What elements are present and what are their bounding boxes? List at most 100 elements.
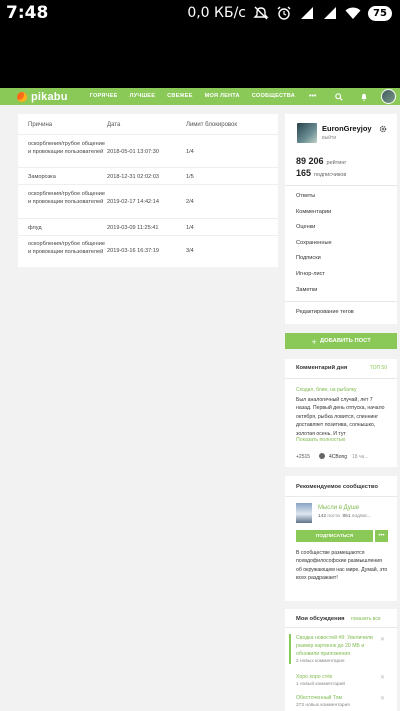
clock: 7:48 bbox=[6, 3, 49, 23]
cell-limit: 1/4 bbox=[186, 149, 194, 155]
nav-hot[interactable]: ГОРЯЧЕЕ bbox=[90, 93, 118, 100]
android-status-bar: 7:48 0,0 КБ/с 75 bbox=[0, 0, 400, 88]
comment-of-day-card: Комментарий дня ТОП 50 Сходил, блин, на … bbox=[285, 359, 397, 467]
alarm-icon bbox=[277, 6, 291, 20]
plus-icon: ＋ bbox=[311, 339, 318, 346]
nav-fresh[interactable]: СВЕЖЕЕ bbox=[167, 93, 193, 100]
community-image[interactable] bbox=[296, 503, 312, 523]
divider bbox=[285, 185, 397, 186]
posts-count: 142 bbox=[318, 514, 327, 519]
table-row: оскорбления/грубое общение и провокации … bbox=[18, 184, 278, 218]
signal-icon bbox=[301, 7, 313, 19]
nav-communities[interactable]: СООБЩЕСТВА bbox=[252, 93, 295, 100]
divider bbox=[285, 378, 397, 379]
community-description: В сообществе размещаются псевдофилософск… bbox=[296, 550, 388, 581]
subscribers-label: подпис... bbox=[351, 514, 372, 519]
comment-author[interactable]: 4CBong bbox=[329, 454, 347, 460]
comment-text: Был аналогичный случай, лет 7 назад. Пер… bbox=[296, 397, 385, 437]
tags-edit-link[interactable]: Редактирование тегов bbox=[296, 309, 354, 315]
menu-item-subscriptions[interactable]: Подписки bbox=[296, 255, 388, 271]
rating-stat: 89 206 рейтинг bbox=[296, 156, 346, 166]
status-icons: 0,0 КБ/с 75 bbox=[187, 5, 392, 21]
avatar[interactable] bbox=[297, 123, 317, 143]
post-link[interactable]: Сходил, блин, на рыбалку bbox=[296, 387, 357, 393]
cell-limit: 1/4 bbox=[186, 225, 194, 231]
close-icon[interactable]: ✕ bbox=[380, 674, 385, 681]
discussion-count: 2 новых комментария bbox=[296, 659, 345, 665]
menu-item-ratings[interactable]: Оценки bbox=[296, 224, 388, 240]
column-header-reason: Причина bbox=[28, 122, 53, 128]
rating-value: 89 206 bbox=[296, 156, 324, 166]
rating-label: рейтинг bbox=[326, 160, 347, 166]
discussion-title[interactable]: Хоpo хоpo стёк bbox=[296, 673, 388, 681]
profile-card: EuronGreyjoy выйти 89 206 рейтинг 165 подп… bbox=[285, 114, 397, 324]
menu-item-saved[interactable]: Сохраненные bbox=[296, 240, 388, 256]
username[interactable]: EuronGreyjoy bbox=[322, 124, 372, 133]
table-row: Заморозка 2018-12-31 02:02:03 1/5 bbox=[18, 167, 278, 184]
network-speed: 0,0 КБ/с bbox=[187, 5, 246, 21]
cell-reason: флуд bbox=[28, 225, 42, 231]
nav-best[interactable]: ЛУЧШЕЕ bbox=[130, 93, 156, 100]
cell-limit: 3/4 bbox=[186, 248, 194, 254]
community-stats: 142 поста 851 подпис... bbox=[318, 514, 372, 519]
menu-item-ignore-list[interactable]: Игнор-лист bbox=[296, 271, 388, 287]
discussion-title[interactable]: Обесточенный Том bbox=[296, 694, 388, 702]
cell-reason: оскорбления/грубое общение и провокации … bbox=[28, 141, 105, 155]
cell-date: 2018-12-31 02:02:03 bbox=[107, 174, 159, 180]
avatar[interactable] bbox=[381, 89, 396, 104]
list-item[interactable]: Хоpo хоpo стёк 1 новый комментарий bbox=[296, 673, 388, 689]
close-icon[interactable]: ✕ bbox=[380, 636, 385, 643]
subscribe-button[interactable]: ПОДПИСАТЬСЯ bbox=[296, 530, 373, 542]
cell-date: 2019-03-16 16:37:19 bbox=[107, 248, 159, 254]
divider bbox=[285, 496, 397, 497]
list-item[interactable]: Обесточенный Том 273 новых комментария bbox=[296, 694, 388, 710]
subscribers-stat: 165 подписчиков bbox=[296, 168, 346, 178]
column-header-date: Дата bbox=[107, 122, 121, 128]
mute-icon bbox=[253, 6, 269, 20]
profile-menu: Ответы Комментарии Оценки Сохраненные По… bbox=[296, 193, 388, 302]
comment-rating: +2515 bbox=[296, 454, 311, 460]
table-row: оскорбления/грубое общение и провокации … bbox=[18, 235, 278, 267]
wifi-icon bbox=[345, 7, 361, 19]
bell-icon[interactable] bbox=[356, 89, 371, 104]
pikabu-logo-icon bbox=[17, 91, 27, 102]
logout-link[interactable]: выйти bbox=[322, 135, 336, 141]
ban-history-card: Причина Дата Лимит блокировок оскорблени… bbox=[18, 114, 278, 267]
add-post-button[interactable]: ＋ ДОБАВИТЬ ПОСТ bbox=[285, 333, 397, 349]
community-name[interactable]: Мысли в Душе bbox=[318, 505, 359, 511]
column-header-limit: Лимит блокировок bbox=[186, 122, 237, 128]
signal-icon bbox=[324, 7, 336, 19]
cell-reason: оскорбления/грубое общение и провокации … bbox=[28, 191, 105, 205]
avatar[interactable] bbox=[319, 453, 325, 459]
header-actions bbox=[331, 89, 396, 104]
posts-label: поста bbox=[327, 514, 340, 519]
show-full-link[interactable]: Показать полностью bbox=[296, 437, 345, 443]
gear-icon[interactable] bbox=[379, 125, 387, 133]
menu-item-answers[interactable]: Ответы bbox=[296, 193, 388, 209]
menu-item-comments[interactable]: Комментарии bbox=[296, 209, 388, 225]
card-title: Рекомендуемое сообщество bbox=[296, 484, 378, 490]
unread-marker bbox=[289, 634, 291, 664]
cell-limit: 2/4 bbox=[186, 199, 194, 205]
more-button[interactable]: ••• bbox=[375, 530, 388, 542]
battery-icon: 75 bbox=[368, 5, 392, 21]
menu-item-notes[interactable]: Заметки bbox=[296, 287, 388, 303]
pikabu-logo[interactable]: pikabu bbox=[17, 91, 68, 103]
show-all-link[interactable]: показать все bbox=[351, 616, 381, 622]
divider bbox=[285, 627, 397, 628]
logo-text: pikabu bbox=[31, 90, 68, 103]
cell-reason: Заморозка bbox=[28, 174, 56, 180]
top-50-link[interactable]: ТОП 50 bbox=[370, 365, 387, 371]
close-icon[interactable]: ✕ bbox=[380, 695, 385, 702]
nav-my-feed[interactable]: МОЯ ЛЕНТА bbox=[205, 93, 240, 100]
nav-more-button[interactable]: ••• bbox=[309, 93, 316, 100]
list-item[interactable]: Сводка новостей #9: Увеличили размер кар… bbox=[296, 634, 388, 666]
comment-time: 18 ча... bbox=[352, 454, 369, 460]
add-post-label: ДОБАВИТЬ ПОСТ bbox=[320, 338, 371, 344]
site-header: pikabu ГОРЯЧЕЕ ЛУЧШЕЕ СВЕЖЕЕ МОЯ ЛЕНТА С… bbox=[0, 88, 400, 105]
discussion-title[interactable]: Сводка новостей #9: Увеличили размер кар… bbox=[296, 634, 388, 658]
card-title: Комментарий дня bbox=[296, 365, 348, 371]
discussion-count: 1 новый комментарий bbox=[296, 682, 345, 688]
divider bbox=[285, 301, 397, 302]
search-icon[interactable] bbox=[331, 89, 346, 104]
